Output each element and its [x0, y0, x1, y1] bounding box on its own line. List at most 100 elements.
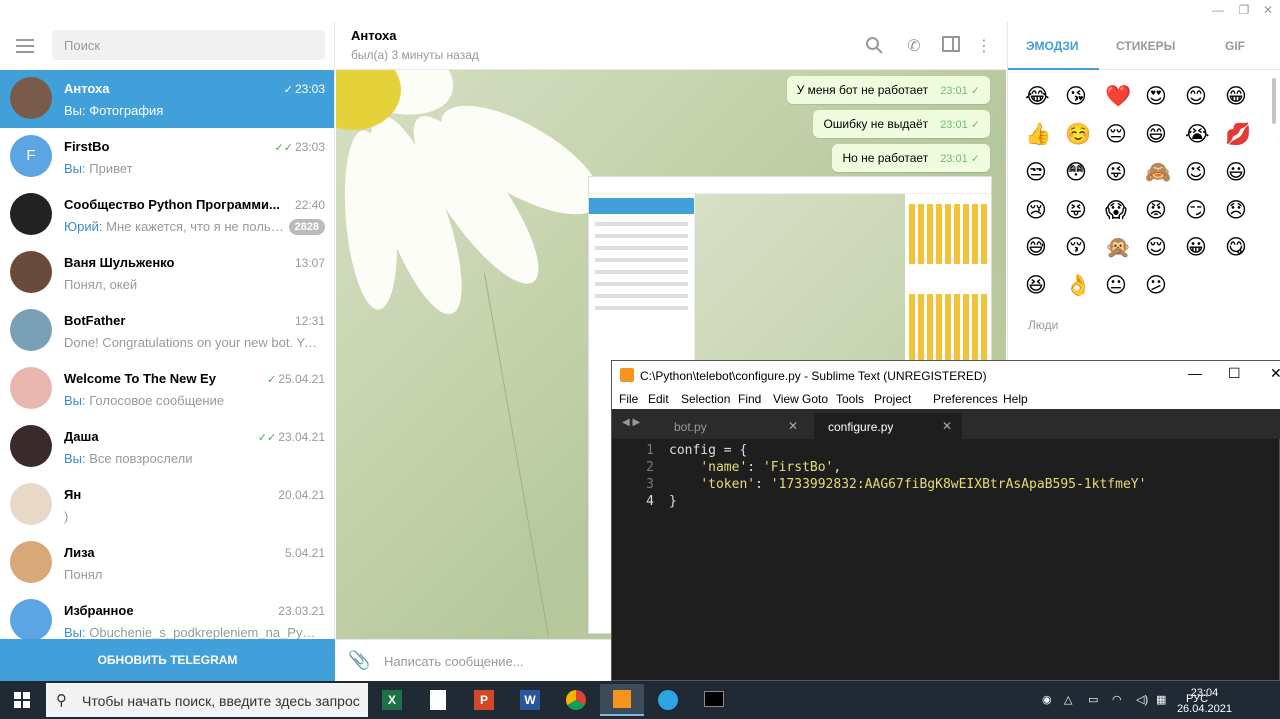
emoji-item[interactable]: 😋	[1225, 235, 1265, 272]
dialog-item[interactable]: Welcome To The New Ey ✓ 25.04.21 Вы: Голосо…	[0, 360, 334, 418]
tab-gif[interactable]: GIF	[1225, 39, 1245, 53]
emoji-item[interactable]: 😉	[1185, 160, 1225, 197]
emoji-item[interactable]: 😃	[1225, 160, 1265, 197]
tab-stickers[interactable]: СТИКЕРЫ	[1116, 39, 1175, 53]
menu-item[interactable]: Goto	[802, 392, 828, 406]
emoji-item[interactable]: 😚	[1065, 235, 1105, 272]
emoji-item[interactable]: 😅	[1025, 235, 1065, 272]
emoji-item[interactable]: 😊	[1185, 84, 1225, 121]
emoji-item[interactable]: 😞	[1225, 198, 1265, 235]
emoji-item[interactable]: 😁	[1225, 84, 1265, 121]
sublime-taskbar-icon[interactable]	[600, 684, 644, 716]
minimize-icon[interactable]: —	[1206, 0, 1230, 22]
tab-emoji[interactable]: ЭМОДЗИ	[1026, 39, 1079, 53]
taskbar-search-input[interactable]: ⚲ Чтобы начать поиск, введите здесь запр…	[46, 683, 368, 717]
network-icon[interactable]: ◉	[1042, 693, 1052, 706]
emoji-item[interactable]: 🙊	[1105, 236, 1145, 273]
dialog-item[interactable]: Ян 20.04.21 )	[0, 476, 334, 534]
emoji-item[interactable]: 😕	[1145, 273, 1185, 310]
emoji-item[interactable]: 😢	[1025, 198, 1065, 235]
keyboard-icon[interactable]: ▦	[1156, 693, 1166, 706]
powerpoint-icon[interactable]: P	[462, 684, 506, 716]
emoji-item[interactable]: ☺️	[1065, 123, 1105, 160]
close-icon[interactable]: ✕	[1256, 0, 1280, 22]
volume-icon[interactable]: ◁)	[1136, 693, 1148, 706]
close-icon[interactable]: ✕	[1270, 365, 1280, 382]
search-input[interactable]: Поиск	[52, 30, 325, 60]
message-bubble[interactable]: Ошибку не выдаёт 23:01 ✓	[813, 110, 990, 138]
emoji-item[interactable]: 👍	[1025, 123, 1065, 160]
tab-bot-py[interactable]: bot.py ✕	[660, 413, 808, 439]
file-icon[interactable]	[416, 684, 460, 716]
menu-item[interactable]: File	[619, 392, 638, 406]
message-input[interactable]: Написать сообщение...	[384, 654, 524, 669]
emoji-item[interactable]: 😡	[1145, 198, 1185, 235]
emoji-item[interactable]: 😌	[1145, 235, 1185, 272]
dialog-time: ✓ 23:03	[283, 82, 325, 96]
emoji-item[interactable]: 🙈	[1145, 161, 1185, 198]
tab-configure-py[interactable]: configure.py ✕	[814, 413, 962, 439]
emoji-item[interactable]: 😍	[1145, 84, 1185, 121]
emoji-item[interactable]: 😳	[1065, 160, 1105, 197]
menu-item[interactable]: Selection	[681, 392, 730, 406]
emoji-item[interactable]: 😄	[1145, 122, 1185, 159]
chrome-icon[interactable]	[554, 684, 598, 716]
emoji-item[interactable]: 😔	[1105, 122, 1145, 159]
battery-icon[interactable]: ▭	[1088, 693, 1098, 706]
emoji-item[interactable]: 😀	[1185, 235, 1225, 272]
word-icon[interactable]: W	[508, 684, 552, 716]
update-telegram-button[interactable]: ОБНОВИТЬ TELEGRAM	[0, 639, 335, 681]
terminal-icon[interactable]	[692, 684, 736, 716]
menu-item[interactable]: Tools	[836, 392, 864, 406]
title-bar: — ❐ ✕	[0, 0, 1280, 22]
dialog-item[interactable]: Лиза 5.04.21 Понял	[0, 534, 334, 592]
scrollbar[interactable]	[1272, 78, 1276, 124]
message-bubble[interactable]: Но не работает 23:01 ✓	[832, 144, 990, 172]
menu-item[interactable]: Help	[1003, 392, 1028, 406]
menu-item[interactable]: Project	[874, 392, 911, 406]
dialog-item[interactable]: Антоха ✓ 23:03 Вы: Фотография	[0, 70, 334, 128]
maximize-icon[interactable]: ❐	[1232, 0, 1256, 22]
emoji-item[interactable]: 😭	[1185, 122, 1225, 159]
message-bubble[interactable]: У меня бот не работает 23:01 ✓	[786, 76, 990, 104]
dialog-item[interactable]: Сообщество Python Программи... 22:40 Юрий:…	[0, 186, 334, 244]
clock[interactable]: 23:04 26.04.2021	[1177, 685, 1232, 717]
sublime-title-bar: C:\Python\telebot\configure.py - Sublime…	[612, 361, 1280, 389]
dialog-item[interactable]: Ваня Шульженко 13:07 Понял, окей	[0, 244, 334, 302]
dialog-item[interactable]: BotFather 12:31 Done! Congratulations on …	[0, 302, 334, 360]
menu-icon[interactable]	[16, 39, 34, 53]
sidebar-toggle-icon[interactable]	[941, 36, 961, 56]
emoji-item[interactable]: 💋	[1225, 123, 1265, 160]
wifi-icon[interactable]: ◠	[1112, 693, 1122, 706]
menu-item[interactable]: Edit	[648, 392, 669, 406]
emoji-item[interactable]: 😆	[1025, 273, 1065, 310]
emoji-item[interactable]: 😱	[1105, 198, 1145, 235]
attach-icon[interactable]: 📎	[348, 650, 370, 671]
emoji-item[interactable]: 😝	[1065, 198, 1105, 235]
emoji-item[interactable]: 😏	[1185, 198, 1225, 235]
dialog-item[interactable]: F FirstBo ✓✓ 23:03 Вы: Привет	[0, 128, 334, 186]
windows-start-icon[interactable]	[14, 692, 30, 708]
minimize-icon[interactable]: —	[1188, 365, 1202, 381]
menu-item[interactable]: Find	[738, 392, 761, 406]
emoji-item[interactable]: 😜	[1105, 160, 1145, 197]
telegram-taskbar-icon[interactable]	[646, 684, 690, 716]
emoji-item[interactable]: ❤️	[1105, 85, 1145, 122]
emoji-item[interactable]: 😘	[1065, 84, 1105, 121]
maximize-icon[interactable]: ☐	[1228, 365, 1241, 382]
emoji-item[interactable]: 👌	[1065, 274, 1105, 311]
drive-icon[interactable]: △	[1064, 693, 1072, 706]
excel-icon[interactable]: X	[370, 684, 414, 716]
search-icon[interactable]	[864, 36, 884, 56]
tab-arrows-icon[interactable]: ◀ ▶	[622, 417, 640, 428]
emoji-item[interactable]: 😒	[1025, 160, 1065, 197]
emoji-item[interactable]: 😐	[1105, 273, 1145, 310]
code-editor[interactable]: 1 2 3 4 config = { 'name': 'FirstBo', 't…	[612, 439, 1280, 682]
phone-icon[interactable]: ✆	[904, 36, 924, 56]
more-icon[interactable]: ⋮	[974, 36, 994, 56]
menu-item[interactable]: View	[773, 392, 799, 406]
emoji-item[interactable]: 😂	[1025, 84, 1065, 121]
peer-name[interactable]: Антоха	[351, 28, 397, 43]
dialog-item[interactable]: Даша ✓✓ 23.04.21 Вы: Все повзрослели	[0, 418, 334, 476]
menu-item[interactable]: Preferences	[933, 392, 998, 406]
